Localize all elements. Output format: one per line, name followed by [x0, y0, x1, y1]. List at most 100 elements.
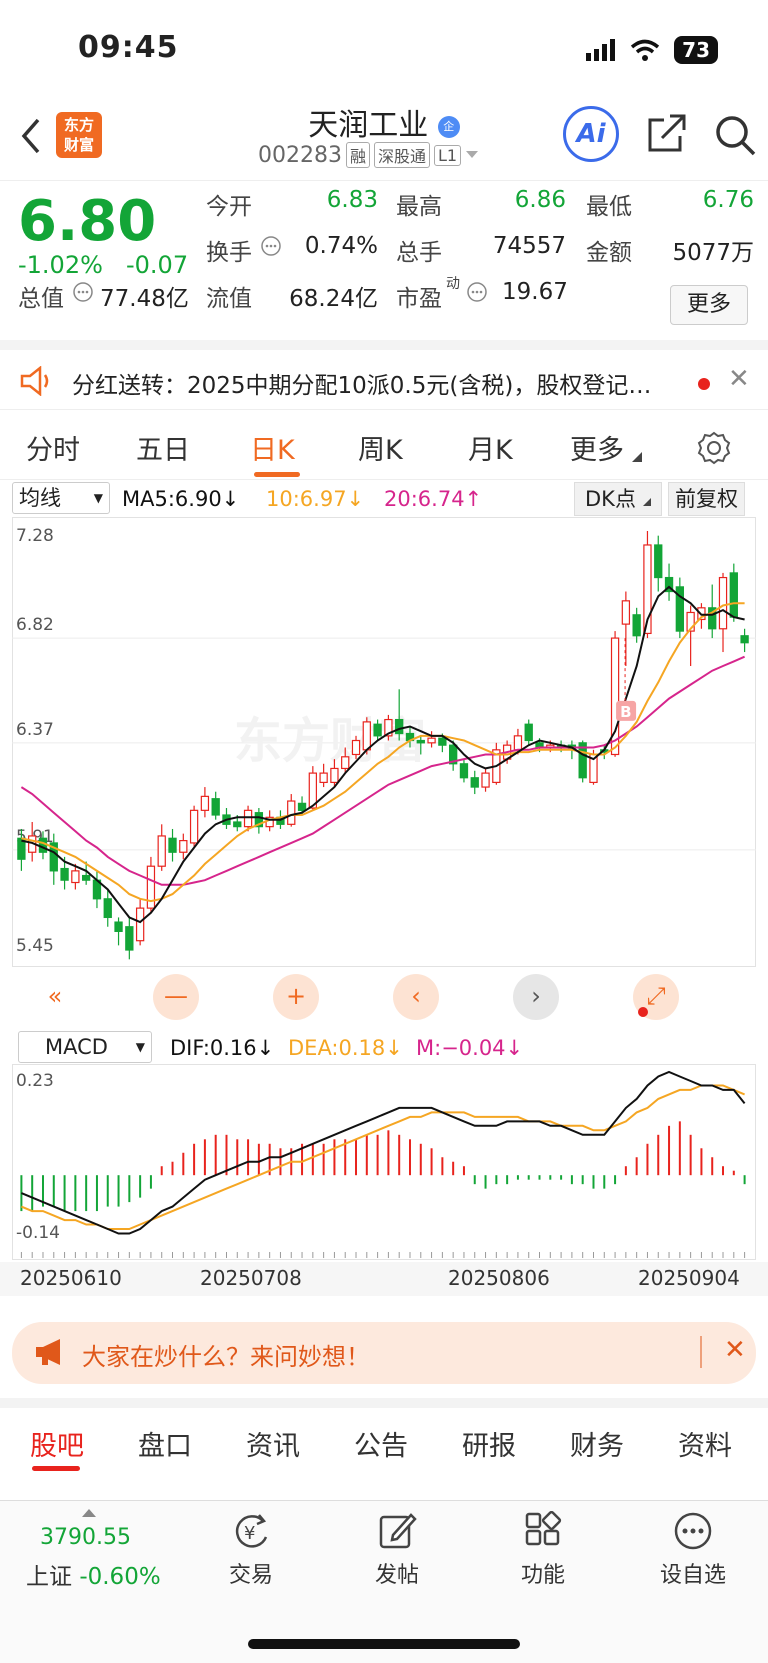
trade-icon: ¥	[235, 1514, 268, 1548]
trade-button[interactable]: ¥ 交易	[206, 1511, 296, 1589]
quote-panel: 6.80 -1.02% -0.07 今开 6.83 最高 6.86 最低 6.7…	[0, 180, 768, 340]
candle-body	[71, 870, 80, 884]
tab-news[interactable]: 资讯	[246, 1424, 300, 1463]
gear-icon[interactable]	[696, 430, 732, 466]
date-tick: 20250610	[20, 1266, 122, 1290]
rewind-icon[interactable]: «	[32, 974, 78, 1020]
float-label: 流值	[206, 286, 252, 312]
candle-body	[524, 723, 533, 742]
candle-body	[287, 800, 296, 825]
candle-body	[103, 898, 112, 919]
candle-body	[297, 802, 307, 811]
candle-body	[481, 772, 490, 788]
mktcap-label: 总值	[18, 286, 64, 312]
stock-name: 天润工业	[308, 108, 429, 143]
divider	[700, 1336, 702, 1368]
indicator-select[interactable]: 均线 ▼	[12, 482, 110, 514]
chevron-down-icon: ▼	[93, 491, 103, 505]
high-label: 最高	[396, 194, 442, 220]
low-value: 6.76	[702, 187, 754, 213]
stock-code-row[interactable]: 002283 融 深股通 L1	[258, 142, 479, 168]
ai-assistant-button[interactable]: Ai	[563, 106, 619, 162]
sub-indicator-select[interactable]: MACD ▼	[18, 1031, 152, 1063]
indicator-select-value: 均线	[19, 486, 61, 510]
candle-body	[513, 735, 523, 751]
corner-caret-icon	[632, 452, 642, 462]
volume-value: 74557	[492, 233, 566, 259]
info-icon[interactable]	[72, 281, 94, 303]
turnover-value: 0.74%	[304, 233, 378, 259]
tab-five-day[interactable]: 五日	[136, 428, 190, 467]
more-button[interactable]: 更多	[670, 285, 748, 325]
macd-legend-row: MACD ▼ DIF:0.16↓ DEA:0.18↓ M:−0.04↓	[0, 1030, 768, 1066]
candlestick-chart[interactable]: 7.286.826.375.915.45东方财富B	[12, 517, 756, 1027]
dividend-notice[interactable]: 分红送转：2025中期分配10派0.5元(含税)，股权登记日… ✕	[0, 340, 768, 410]
high-value: 6.86	[514, 187, 566, 213]
pe-label: 市盈	[396, 286, 442, 312]
candle-body	[330, 767, 339, 784]
tab-order-book[interactable]: 盘口	[138, 1424, 192, 1463]
candle-body	[373, 723, 382, 737]
scroll-left-button[interactable]: ‹	[393, 974, 439, 1020]
tab-financials[interactable]: 财务	[570, 1424, 624, 1463]
close-icon[interactable]: ✕	[728, 364, 750, 394]
tab-monthly-k[interactable]: 月K	[468, 428, 513, 467]
index-name: 上证	[26, 1564, 72, 1590]
turnover-label: 换手	[206, 240, 252, 266]
candle-body	[60, 867, 69, 881]
candle-body	[362, 721, 371, 751]
scroll-right-button[interactable]: ›	[513, 974, 559, 1020]
tab-profile[interactable]: 资料	[678, 1424, 732, 1463]
ask-text: 大家在炒什么？来问妙想！	[82, 1343, 370, 1371]
open-label: 今开	[206, 194, 252, 220]
trade-label: 交易	[228, 1563, 273, 1588]
candle-body	[135, 907, 145, 942]
active-tab-underline	[32, 1466, 80, 1471]
functions-button[interactable]: 功能	[498, 1510, 588, 1589]
active-tab-underline	[254, 472, 300, 477]
candle-body	[114, 921, 123, 932]
functions-label: 功能	[520, 1563, 565, 1588]
zoom-out-button[interactable]: —	[153, 974, 199, 1020]
close-icon[interactable]: ✕	[724, 1335, 746, 1365]
zoom-in-button[interactable]: +	[273, 974, 319, 1020]
tab-announcements[interactable]: 公告	[354, 1424, 408, 1463]
adjust-mode-button[interactable]: 前复权	[668, 482, 745, 516]
index-value[interactable]: 3790.55	[40, 1525, 131, 1550]
tab-forum[interactable]: 股吧	[30, 1424, 84, 1463]
pe-superscript: 动	[446, 276, 460, 292]
info-icon[interactable]	[260, 235, 282, 257]
tab-more[interactable]: 更多	[570, 428, 624, 467]
enterprise-badge-icon: 企	[437, 115, 460, 138]
candle-body	[243, 809, 253, 828]
tab-intraday[interactable]: 分时	[26, 428, 80, 467]
candle-body	[168, 837, 177, 853]
change-pct: -1.02%	[18, 251, 103, 279]
tab-research[interactable]: 研报	[462, 1424, 516, 1463]
macd-frame	[12, 1064, 756, 1260]
tab-daily-k[interactable]: 日K	[250, 428, 295, 467]
status-icons: 73	[586, 36, 718, 64]
add-watchlist-button[interactable]: 设自选	[648, 1511, 738, 1589]
mktcap-value: 77.48亿	[100, 286, 189, 312]
bottom-dock: 3790.55 上证 -0.60% ¥ 交易 发帖 功能 设自选	[0, 1500, 768, 1663]
candle-body	[125, 926, 134, 951]
candle-body	[200, 795, 210, 811]
candle-body	[233, 821, 242, 828]
candle-body	[459, 763, 469, 779]
post-button[interactable]: 发帖	[352, 1511, 442, 1589]
search-icon[interactable]	[714, 114, 756, 156]
tab-weekly-k[interactable]: 周K	[358, 428, 403, 467]
y-tick-label: 0.23	[16, 1071, 54, 1091]
ask-ai-banner[interactable]: 大家在炒什么？来问妙想！ ✕	[12, 1322, 756, 1384]
macd-m-value: M:−0.04↓	[416, 1036, 524, 1060]
info-icon[interactable]	[466, 281, 488, 303]
y-tick-label: 5.45	[16, 936, 54, 956]
candle-body	[189, 809, 199, 844]
share-icon[interactable]	[646, 114, 688, 154]
candle-body	[718, 576, 728, 630]
macd-chart[interactable]: 0.23 -0.14	[12, 1064, 756, 1262]
sub-indicator-select-value: MACD	[45, 1035, 108, 1059]
dk-point-button[interactable]: DK点	[574, 482, 662, 516]
index-row[interactable]: 上证 -0.60%	[26, 1557, 161, 1591]
